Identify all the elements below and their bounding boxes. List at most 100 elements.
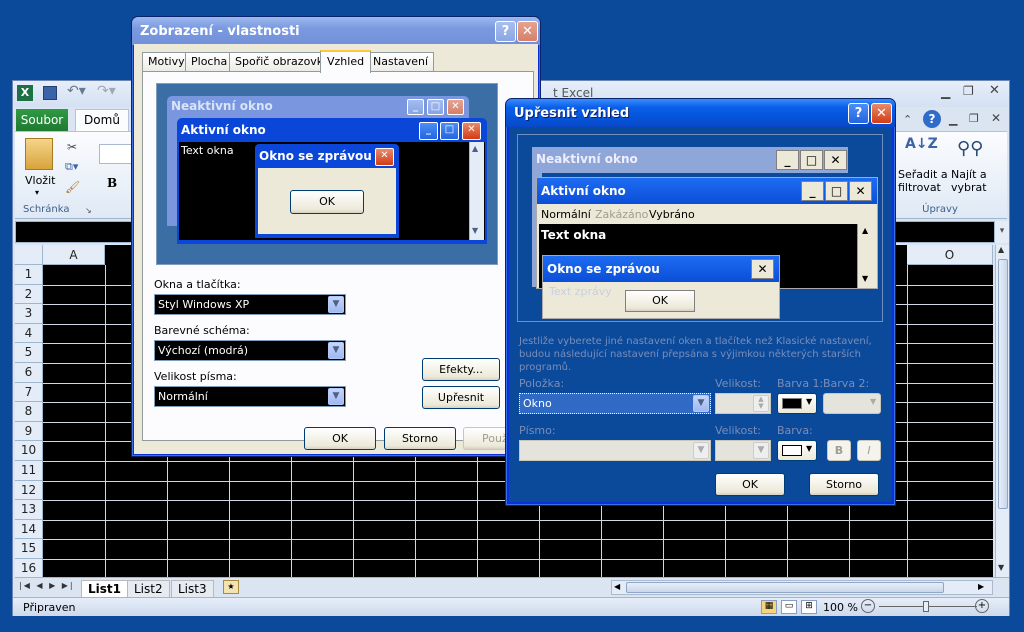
- doc-restore-icon[interactable]: ❐: [969, 112, 979, 125]
- help-icon[interactable]: ?: [848, 103, 869, 124]
- paste-dropdown-icon[interactable]: ▾: [35, 188, 39, 197]
- chevron-down-icon[interactable]: ▼: [693, 395, 709, 412]
- page-layout-icon[interactable]: ▭: [781, 600, 797, 614]
- windows-buttons-select[interactable]: Styl Windows XP ▼: [154, 294, 346, 315]
- paste-icon[interactable]: [25, 138, 53, 170]
- spinner-icon[interactable]: ▲ ▼: [753, 395, 769, 412]
- sheet-tab-list3[interactable]: List3: [171, 580, 214, 598]
- row-header[interactable]: 5: [15, 343, 43, 363]
- row-header[interactable]: 1: [15, 265, 43, 285]
- tab-plocha[interactable]: Plocha: [185, 52, 234, 71]
- minimize-icon[interactable]: ▁: [941, 85, 950, 99]
- horizontal-scrollbar[interactable]: ◀ ▶: [611, 580, 993, 595]
- cancel-button[interactable]: Storno: [384, 427, 456, 450]
- color1-button[interactable]: ▼: [777, 393, 817, 414]
- normal-view-icon[interactable]: ▦: [761, 600, 777, 614]
- chevron-down-icon[interactable]: ▼: [328, 296, 344, 313]
- col-header-o[interactable]: O: [907, 245, 993, 265]
- find-binoculars-icon[interactable]: ⚲⚲: [957, 138, 983, 162]
- find-select-label[interactable]: Najít a vybrat: [951, 168, 1001, 194]
- tab-vzhled[interactable]: Vzhled: [320, 50, 372, 73]
- copy-icon[interactable]: ⧉▾: [65, 160, 78, 174]
- row-header[interactable]: 15: [15, 539, 43, 559]
- close-icon[interactable]: ✕: [989, 83, 1000, 98]
- excel-app-icon[interactable]: X: [17, 85, 33, 101]
- redo-icon[interactable]: ↷▾: [97, 83, 116, 99]
- row-header[interactable]: 12: [15, 480, 43, 501]
- bold-button[interactable]: B: [827, 440, 851, 461]
- tab-nastaveni[interactable]: Nastavení: [367, 52, 435, 71]
- row-header[interactable]: 6: [15, 363, 43, 383]
- zoom-slider-thumb[interactable]: [923, 601, 929, 612]
- horizontal-scroll-thumb[interactable]: [626, 582, 944, 593]
- scroll-right-icon[interactable]: ▶: [978, 582, 984, 591]
- zoom-in-icon[interactable]: +: [975, 599, 989, 613]
- sheet-nav-icons[interactable]: |◀ ◀ ▶ ▶|: [19, 581, 75, 590]
- doc-minimize-icon[interactable]: ▁: [949, 113, 957, 126]
- scroll-left-icon[interactable]: ◀: [614, 582, 620, 591]
- cancel-button[interactable]: Storno: [809, 473, 879, 496]
- help-icon[interactable]: ?: [495, 21, 516, 42]
- sort-filter-label[interactable]: Seřadit a filtrovat: [898, 168, 948, 194]
- row-header[interactable]: 10: [15, 441, 43, 461]
- font-size-select2[interactable]: ▼: [715, 440, 771, 461]
- row-header[interactable]: 8: [15, 402, 43, 422]
- close-icon[interactable]: ✕: [517, 21, 538, 42]
- font-name-box[interactable]: [99, 144, 135, 164]
- sheet-tab-list1[interactable]: List1: [81, 580, 128, 598]
- doc-close-icon[interactable]: ✕: [991, 111, 1001, 125]
- col-header-a[interactable]: A: [43, 245, 105, 265]
- color-scheme-select[interactable]: Výchozí (modrá) ▼: [154, 340, 346, 361]
- size-spinner[interactable]: ▲ ▼: [715, 393, 771, 414]
- format-painter-icon[interactable]: 🖌: [65, 180, 80, 194]
- help-icon[interactable]: ?: [923, 110, 941, 128]
- undo-icon[interactable]: ↶▾: [67, 83, 86, 99]
- row-header[interactable]: 3: [15, 304, 43, 324]
- font-color-button[interactable]: ▼: [777, 440, 817, 461]
- tab-home[interactable]: Domů: [75, 109, 129, 131]
- insert-sheet-icon[interactable]: ★: [223, 580, 239, 594]
- effects-button[interactable]: Efekty...: [422, 358, 500, 381]
- chevron-down-icon[interactable]: ▼: [753, 442, 769, 459]
- row-header[interactable]: 13: [15, 500, 43, 520]
- row-header[interactable]: 7: [15, 382, 43, 403]
- save-icon[interactable]: [43, 86, 57, 100]
- close-icon[interactable]: ✕: [871, 103, 892, 124]
- clipboard-launcher-icon[interactable]: ↘: [85, 206, 92, 215]
- restore-icon[interactable]: ❐: [963, 84, 974, 98]
- item-select[interactable]: Okno ▼: [519, 393, 711, 414]
- bold-button[interactable]: B: [107, 176, 117, 190]
- scroll-up-icon[interactable]: ▲: [998, 245, 1004, 254]
- scroll-down-icon[interactable]: ▼: [998, 563, 1004, 572]
- row-header[interactable]: 4: [15, 323, 43, 344]
- ok-button[interactable]: OK: [715, 473, 785, 496]
- italic-button[interactable]: I: [857, 440, 881, 461]
- font-size-select[interactable]: Normální ▼: [154, 386, 346, 407]
- formula-expand-icon[interactable]: ▾: [995, 221, 1009, 243]
- sort-filter-icon[interactable]: A↓Z: [905, 136, 938, 164]
- advanced-button[interactable]: Upřesnit: [422, 386, 500, 409]
- cut-icon[interactable]: ✂: [67, 140, 77, 154]
- vertical-scroll-thumb[interactable]: [998, 259, 1008, 509]
- page-break-icon[interactable]: ⊞: [801, 600, 817, 614]
- tab-file[interactable]: Soubor: [16, 109, 68, 131]
- row-header[interactable]: 2: [15, 284, 43, 305]
- sheet-tab-list2[interactable]: List2: [127, 580, 170, 598]
- ribbon-collapse-icon[interactable]: ⌃: [903, 113, 912, 126]
- row-header[interactable]: 11: [15, 461, 43, 481]
- chevron-down-icon[interactable]: ▼: [693, 442, 709, 459]
- chevron-down-icon[interactable]: ▼: [328, 342, 344, 359]
- row-header[interactable]: 16: [15, 559, 43, 577]
- vertical-scrollbar[interactable]: ▲ ▼: [995, 245, 1009, 577]
- select-all-corner[interactable]: [15, 245, 43, 265]
- paste-label[interactable]: Vložit: [25, 174, 55, 187]
- chevron-down-icon[interactable]: ▼: [328, 388, 344, 405]
- font-select[interactable]: ▼: [519, 440, 711, 461]
- row-header[interactable]: 14: [15, 519, 43, 540]
- tab-motivy[interactable]: Motivy: [142, 52, 191, 71]
- zoom-level[interactable]: 100 %: [823, 601, 858, 614]
- zoom-out-icon[interactable]: −: [861, 599, 875, 613]
- row-header[interactable]: 9: [15, 421, 43, 442]
- ok-button[interactable]: OK: [304, 427, 376, 450]
- color2-button[interactable]: ▼: [823, 393, 881, 414]
